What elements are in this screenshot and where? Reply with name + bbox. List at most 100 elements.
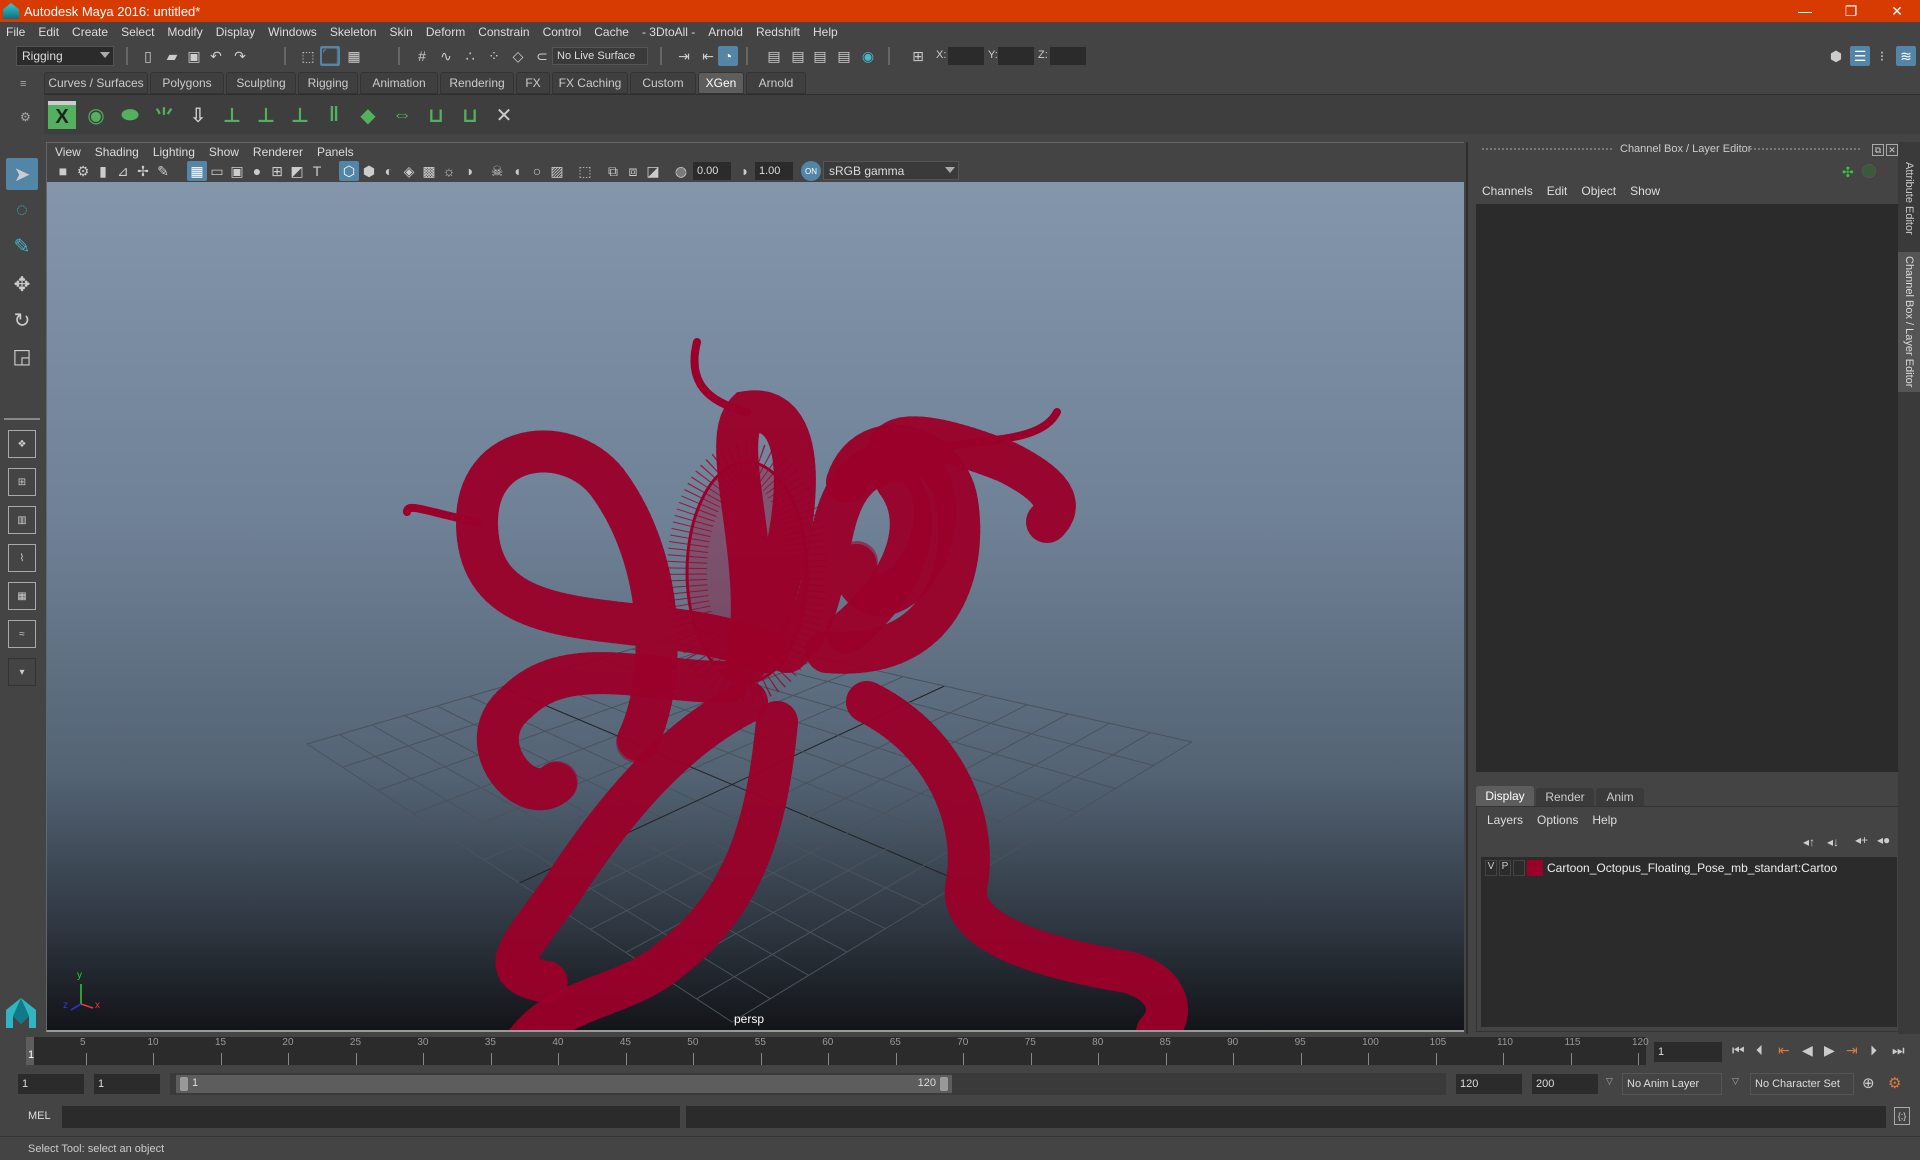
lights-icon[interactable]: ☼ xyxy=(439,161,459,181)
snap-to-curve-icon[interactable]: ∿ xyxy=(436,46,456,66)
field-chart-icon[interactable]: ⊞ xyxy=(267,161,287,181)
viewport-menu-show[interactable]: Show xyxy=(209,145,239,159)
script-language-toggle[interactable]: MEL xyxy=(28,1110,51,1122)
wireframe-icon[interactable]: ⬡ xyxy=(339,161,359,181)
transform-mode-icon[interactable]: ⊞ xyxy=(908,46,928,66)
persp-viewport[interactable]: y x z persp xyxy=(46,182,1464,1032)
shelf-tab-fx[interactable]: FX xyxy=(516,72,550,94)
menu-constrain[interactable]: Constrain xyxy=(478,25,529,39)
character-set-dropdown[interactable]: No Character Set xyxy=(1750,1073,1854,1095)
textured-icon[interactable]: ▩ xyxy=(419,161,439,181)
create-layer-from-selected-icon[interactable]: ◂● xyxy=(1877,833,1890,847)
viewport-menu-lighting[interactable]: Lighting xyxy=(153,145,195,159)
step-forward-frame-icon[interactable]: ⏵ xyxy=(1870,1042,1877,1059)
menu-modify[interactable]: Modify xyxy=(167,25,202,39)
playback-start-field[interactable]: 1 xyxy=(94,1074,160,1094)
viewport-menu-panels[interactable]: Panels xyxy=(317,145,354,159)
menuset-dropdown[interactable]: Rigging xyxy=(16,46,114,66)
guide-grid-icon[interactable]: ◆ xyxy=(354,101,382,129)
lock-guides-icon[interactable]: ⊥ xyxy=(286,101,314,129)
ipr-render-icon[interactable]: ▤ xyxy=(810,46,830,66)
save-scene-icon[interactable]: ▣ xyxy=(184,46,204,66)
xray-joints-icon[interactable]: ⧉ xyxy=(603,161,623,181)
menu-cache[interactable]: Cache xyxy=(594,25,629,39)
make-live-icon[interactable]: ⊂ xyxy=(532,46,552,66)
render-view-icon[interactable]: ▤ xyxy=(764,46,784,66)
perspective-graph-layout-icon[interactable]: ⌇ xyxy=(8,544,36,572)
menu-help[interactable]: Help xyxy=(813,25,838,39)
resolution-gate-icon[interactable]: ▣ xyxy=(227,161,247,181)
new-scene-icon[interactable]: ▯ xyxy=(138,46,158,66)
layer-reference-toggle[interactable] xyxy=(1513,860,1525,876)
layer-tab-anim[interactable]: Anim xyxy=(1596,788,1644,806)
command-input[interactable] xyxy=(62,1106,680,1128)
perspective-outliner-layout-icon[interactable]: ▥ xyxy=(8,506,36,534)
range-start-grip[interactable] xyxy=(180,1077,188,1091)
menu-skin[interactable]: Skin xyxy=(390,25,413,39)
xgen-window-icon[interactable]: X xyxy=(48,101,76,129)
go-to-start-icon[interactable]: ⏮ xyxy=(1732,1042,1745,1059)
snap-to-surface-icon[interactable]: ◇ xyxy=(508,46,528,66)
range-end-grip[interactable] xyxy=(940,1077,948,1091)
snap-to-point-icon[interactable]: ∴ xyxy=(460,46,480,66)
split-guides-icon[interactable]: ‖ xyxy=(320,101,348,129)
snap-to-grid-icon[interactable]: # xyxy=(412,46,432,66)
character-set-chevron-icon[interactable]: ▽ xyxy=(1732,1076,1739,1087)
menu-file[interactable]: File xyxy=(6,25,25,39)
menu-arnold[interactable]: Arnold xyxy=(708,25,743,39)
layer-playback-toggle[interactable]: P xyxy=(1499,860,1511,876)
viewport-menu-shading[interactable]: Shading xyxy=(95,145,139,159)
shelf-tab-xgen[interactable]: XGen xyxy=(698,72,744,94)
scene-canvas[interactable] xyxy=(47,182,1464,1032)
guide-bounds-icon[interactable]: ⊔ xyxy=(456,101,484,129)
minimize-button[interactable]: — xyxy=(1782,0,1828,22)
construction-history-icon[interactable]: ◔ xyxy=(718,46,738,66)
hypershade-icon[interactable]: ◉ xyxy=(858,46,878,66)
layer-menu-layers[interactable]: Layers xyxy=(1487,813,1523,827)
auto-key-icon[interactable]: ⊕ xyxy=(1862,1074,1875,1092)
select-by-object-icon[interactable]: ⬛ xyxy=(320,46,340,66)
playback-end-field[interactable]: 120 xyxy=(1456,1074,1522,1094)
restore-button[interactable]: ❐ xyxy=(1828,0,1874,22)
xray-icon[interactable]: ◈ xyxy=(399,161,419,181)
film-gate-icon[interactable]: ▭ xyxy=(207,161,227,181)
add-guides-icon[interactable]: ⺌ xyxy=(150,101,178,129)
channel-menu-edit[interactable]: Edit xyxy=(1547,184,1568,198)
attribute-editor-toggle-icon[interactable]: ☰ xyxy=(1850,46,1870,66)
gamma-field[interactable]: 1.00 xyxy=(755,162,793,180)
xray-components-icon[interactable]: ⧈ xyxy=(623,161,643,181)
select-tool-icon[interactable]: ➤ xyxy=(6,158,38,190)
menu-skeleton[interactable]: Skeleton xyxy=(330,25,377,39)
anti-aliasing-icon[interactable]: ○ xyxy=(527,161,547,181)
safe-action-icon[interactable]: ◩ xyxy=(287,161,307,181)
float-panel-icon[interactable]: ⧉ xyxy=(1872,144,1884,156)
layer-menu-options[interactable]: Options xyxy=(1537,813,1578,827)
two-d-pan-zoom-icon[interactable]: ✢ xyxy=(133,161,153,181)
shelf-tab-polygons[interactable]: Polygons xyxy=(150,72,224,94)
channel-box-toggle-icon[interactable]: ≋ xyxy=(1896,46,1916,66)
close-button[interactable]: ✕ xyxy=(1874,0,1920,22)
place-guides-icon[interactable]: ⇩ xyxy=(184,101,212,129)
add-guide-icon[interactable]: ⊥ xyxy=(218,101,246,129)
snap-to-view-plane-icon[interactable]: ⁘ xyxy=(484,46,504,66)
depth-of-field-icon[interactable]: ▨ xyxy=(547,161,567,181)
script-editor-icon[interactable]: {;} xyxy=(1894,1107,1910,1125)
menu-control[interactable]: Control xyxy=(543,25,582,39)
layer-tab-render[interactable]: Render xyxy=(1536,788,1594,806)
hypershade-layout-icon[interactable]: ▦ xyxy=(8,582,36,610)
channel-menu-object[interactable]: Object xyxy=(1581,184,1616,198)
exposure-icon[interactable]: ◍ xyxy=(671,161,691,181)
layer-row[interactable]: V P Cartoon_Octopus_Floating_Pose_mb_sta… xyxy=(1481,857,1897,879)
safe-title-icon[interactable]: T xyxy=(307,161,327,181)
grease-pencil-icon[interactable]: ✎ xyxy=(153,161,173,181)
render-current-frame-icon[interactable]: ▤ xyxy=(788,46,808,66)
move-layer-up-icon[interactable]: ◂↑ xyxy=(1803,835,1815,849)
select-by-component-icon[interactable]: ▦ xyxy=(344,46,364,66)
slow-icon[interactable]: ╱ xyxy=(1880,164,1887,178)
close-panel-icon[interactable]: ✕ xyxy=(1886,144,1898,156)
delete-guides-icon[interactable]: ✕ xyxy=(490,101,518,129)
undo-icon[interactable]: ↶ xyxy=(206,46,226,66)
menu-create[interactable]: Create xyxy=(72,25,108,39)
select-guides-icon[interactable]: ⊔ xyxy=(422,101,450,129)
move-tool-icon[interactable]: ✥ xyxy=(6,268,38,300)
